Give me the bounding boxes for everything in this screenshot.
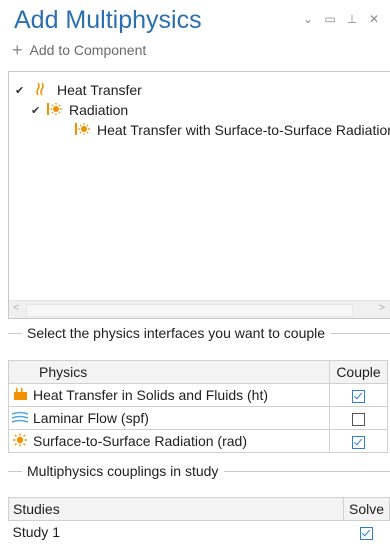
- couple-checkbox-rad[interactable]: [329, 429, 388, 453]
- tree-item-heat-transfer-s2s-radiation[interactable]: Heat Transfer with Surface-to-Surface Ra…: [75, 120, 390, 140]
- studies-section-heading: Multiphysics couplings in study: [8, 463, 390, 479]
- table-row[interactable]: Study 1: [9, 521, 390, 544]
- solve-checkbox-study1[interactable]: [344, 521, 390, 544]
- couple-column-header: Couple: [329, 360, 388, 384]
- table-header-row: Physics Couple: [8, 360, 388, 384]
- studies-table: Studies Solve Study 1: [8, 497, 390, 543]
- solve-column-header: Solve: [343, 497, 390, 521]
- add-to-component-button[interactable]: + Add to Component: [12, 40, 147, 60]
- close-icon[interactable]: ✕: [368, 12, 380, 26]
- tree-item-radiation[interactable]: ✔ Radiation: [31, 100, 128, 120]
- radiation-icon: [75, 122, 91, 139]
- study-row-label: Study 1: [12, 524, 60, 540]
- tree-item-heat-transfer[interactable]: ✔ Heat Transfer: [15, 80, 142, 100]
- couple-checkbox-spf[interactable]: [329, 406, 388, 430]
- heat-transfer-icon: [35, 82, 49, 99]
- physics-tree[interactable]: ✔ Heat Transfer ✔ Radiation Heat Transfe…: [8, 71, 390, 319]
- chevron-down-icon[interactable]: ✔: [15, 84, 27, 97]
- horizontal-scrollbar[interactable]: < >: [9, 300, 390, 318]
- physics-table: Physics Couple Heat Transfer in Solids a…: [8, 360, 388, 453]
- physics-column-header: Physics: [31, 360, 330, 384]
- couple-checkbox-ht[interactable]: [329, 383, 388, 407]
- add-to-component-label: Add to Component: [29, 42, 147, 58]
- tree-item-label: Radiation: [69, 102, 129, 118]
- table-row[interactable]: Laminar Flow (spf): [8, 406, 388, 430]
- panel-title: Add Multiphysics: [14, 6, 202, 34]
- radiation-icon: [8, 429, 31, 453]
- chevron-down-icon[interactable]: ✔: [31, 104, 43, 117]
- radiation-icon: [47, 102, 63, 119]
- window-controls: ⌄ ▭ ⊥ ✕: [302, 12, 380, 26]
- chevron-down-icon[interactable]: ⌄: [302, 12, 314, 26]
- pin-icon[interactable]: ⊥: [346, 12, 358, 26]
- restore-icon[interactable]: ▭: [324, 12, 336, 26]
- table-row[interactable]: Heat Transfer in Solids and Fluids (ht): [8, 383, 388, 407]
- physics-row-label: Heat Transfer in Solids and Fluids (ht): [31, 383, 330, 407]
- table-row[interactable]: Surface-to-Surface Radiation (rad): [8, 429, 388, 453]
- scroll-left-icon[interactable]: <: [13, 302, 19, 314]
- physics-row-label: Laminar Flow (spf): [31, 406, 330, 430]
- physics-section-heading-text: Select the physics interfaces you want t…: [27, 325, 326, 341]
- tree-item-label: Heat Transfer with Surface-to-Surface Ra…: [97, 122, 390, 138]
- table-header-row: Studies Solve: [8, 497, 390, 521]
- physics-row-label: Surface-to-Surface Radiation (rad): [31, 429, 330, 453]
- heat-transfer-solids-icon: [8, 383, 31, 407]
- scroll-right-icon[interactable]: >: [379, 302, 385, 314]
- plus-icon: +: [12, 40, 23, 60]
- laminar-flow-icon: [8, 406, 31, 430]
- scrollbar-thumb[interactable]: [26, 304, 353, 317]
- tree-item-label: Heat Transfer: [57, 82, 142, 98]
- studies-column-header: Studies: [8, 497, 344, 521]
- physics-section-heading: Select the physics interfaces you want t…: [8, 325, 390, 341]
- studies-section-heading-text: Multiphysics couplings in study: [27, 463, 219, 479]
